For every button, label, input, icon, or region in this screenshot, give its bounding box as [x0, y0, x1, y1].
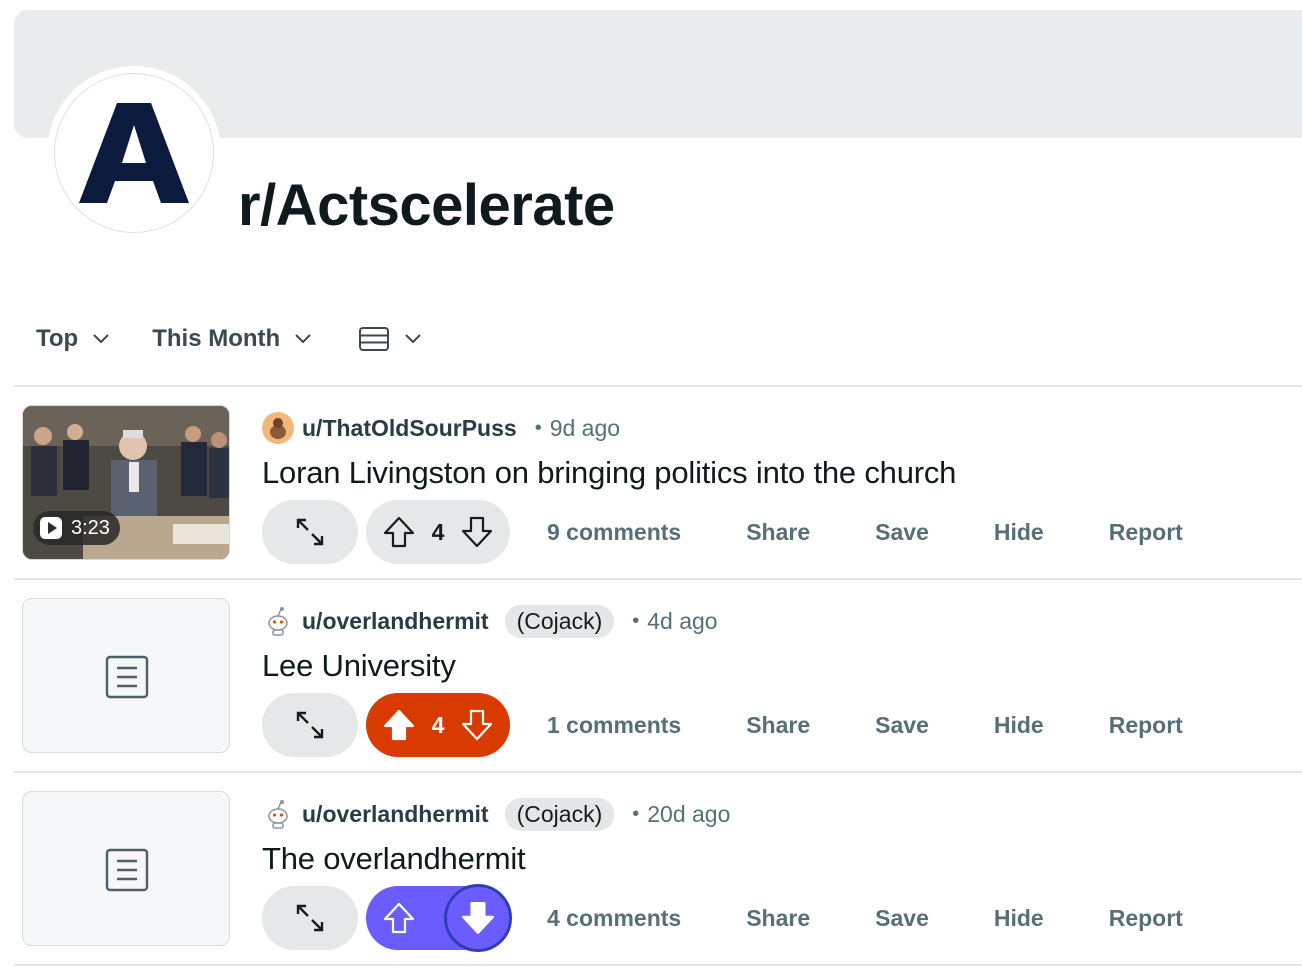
comments-link[interactable]: 4 comments: [547, 905, 681, 932]
chevron-down-icon: [295, 334, 311, 344]
downvote-button-focused[interactable]: [444, 884, 512, 952]
post-age: 20d ago: [647, 800, 731, 827]
expand-button[interactable]: [262, 693, 358, 757]
chevron-down-icon: [405, 334, 421, 344]
sort-bar: Top This Month: [36, 322, 422, 356]
play-icon: [40, 517, 62, 539]
comments-link[interactable]: 9 comments: [547, 519, 681, 546]
time-range-dropdown[interactable]: This Month: [152, 325, 312, 353]
share-button[interactable]: Share: [746, 519, 810, 546]
downvote-icon[interactable]: [460, 515, 494, 549]
save-button[interactable]: Save: [875, 712, 929, 739]
sort-label: Top: [36, 325, 79, 352]
post-actions: 4 1 comments Share Save Hide Report: [262, 693, 1183, 757]
save-button[interactable]: Save: [875, 905, 929, 932]
video-thumbnail[interactable]: 3:23: [22, 405, 230, 560]
post-title[interactable]: Lee University: [262, 648, 456, 684]
text-post-icon: [105, 655, 149, 699]
text-post-thumbnail[interactable]: [22, 598, 230, 753]
upvote-icon[interactable]: [382, 901, 416, 935]
post-item[interactable]: u/overlandhermit (Cojack) • 20d ago The …: [14, 773, 1302, 963]
vote-score: 4: [431, 518, 445, 545]
report-button[interactable]: Report: [1109, 905, 1183, 932]
share-button[interactable]: Share: [746, 712, 810, 739]
post-meta: u/ThatOldSourPuss • 9d ago: [262, 411, 620, 445]
upvote-icon[interactable]: [382, 515, 416, 549]
video-duration-badge: 3:23: [33, 511, 120, 545]
post-item[interactable]: 3:23 u/ThatOldSourPuss • 9d ago Loran Li…: [14, 387, 1302, 577]
subreddit-avatar[interactable]: [54, 73, 214, 233]
post-author[interactable]: u/ThatOldSourPuss: [302, 415, 517, 442]
user-avatar-icon[interactable]: [262, 412, 294, 444]
expand-button[interactable]: [262, 500, 358, 564]
post-meta: u/overlandhermit (Cojack) • 4d ago: [262, 604, 718, 638]
post-age: 4d ago: [647, 607, 718, 634]
downvote-icon[interactable]: [460, 708, 494, 742]
meta-separator: •: [534, 416, 542, 439]
hide-button[interactable]: Hide: [994, 905, 1044, 932]
post-actions: 2 4 comments Share Save Hide Report: [262, 884, 1183, 952]
post-meta: u/overlandhermit (Cojack) • 20d ago: [262, 797, 730, 831]
snoo-avatar-icon[interactable]: [262, 798, 294, 830]
card-view-icon: [359, 327, 390, 351]
vote-control-downvoted: 2: [366, 884, 512, 952]
subreddit-avatar-ring: [47, 66, 221, 240]
user-flair: (Cojack): [504, 604, 615, 638]
time-range-label: This Month: [152, 325, 281, 352]
view-mode-dropdown[interactable]: [358, 326, 422, 352]
report-button[interactable]: Report: [1109, 519, 1183, 546]
vote-control-upvoted: 4: [366, 693, 510, 757]
vote-score: 4: [431, 711, 445, 738]
share-button[interactable]: Share: [746, 905, 810, 932]
expand-button[interactable]: [262, 886, 358, 950]
meta-separator: •: [632, 609, 640, 632]
snoo-avatar-icon[interactable]: [262, 605, 294, 637]
text-post-icon: [105, 848, 149, 892]
post-item[interactable]: u/overlandhermit (Cojack) • 4d ago Lee U…: [14, 580, 1302, 770]
post-author[interactable]: u/overlandhermit: [302, 801, 489, 828]
report-button[interactable]: Report: [1109, 712, 1183, 739]
upvote-filled-icon[interactable]: [382, 708, 416, 742]
expand-arrows-icon: [296, 904, 324, 932]
meta-separator: •: [632, 802, 640, 825]
post-age: 9d ago: [549, 414, 621, 441]
hide-button[interactable]: Hide: [994, 712, 1044, 739]
text-post-thumbnail[interactable]: [22, 791, 230, 946]
sort-dropdown[interactable]: Top: [36, 325, 110, 353]
save-button[interactable]: Save: [875, 519, 929, 546]
avatar-letter-a-logo: [79, 103, 189, 203]
user-flair: (Cojack): [504, 797, 615, 831]
post-actions: 4 9 comments Share Save Hide Report: [262, 500, 1183, 564]
divider: [14, 964, 1302, 966]
subreddit-name: r/Actscelerate: [238, 173, 615, 238]
post-author[interactable]: u/overlandhermit: [302, 608, 489, 635]
expand-arrows-icon: [296, 518, 324, 546]
vote-control: 4: [366, 500, 510, 564]
hide-button[interactable]: Hide: [994, 519, 1044, 546]
comments-link[interactable]: 1 comments: [547, 712, 681, 739]
chevron-down-icon: [93, 334, 109, 344]
post-title[interactable]: Loran Livingston on bringing politics in…: [262, 455, 956, 491]
post-title[interactable]: The overlandhermit: [262, 841, 526, 877]
duration-text: 3:23: [71, 516, 110, 539]
expand-arrows-icon: [296, 711, 324, 739]
downvote-filled-icon: [462, 902, 494, 934]
